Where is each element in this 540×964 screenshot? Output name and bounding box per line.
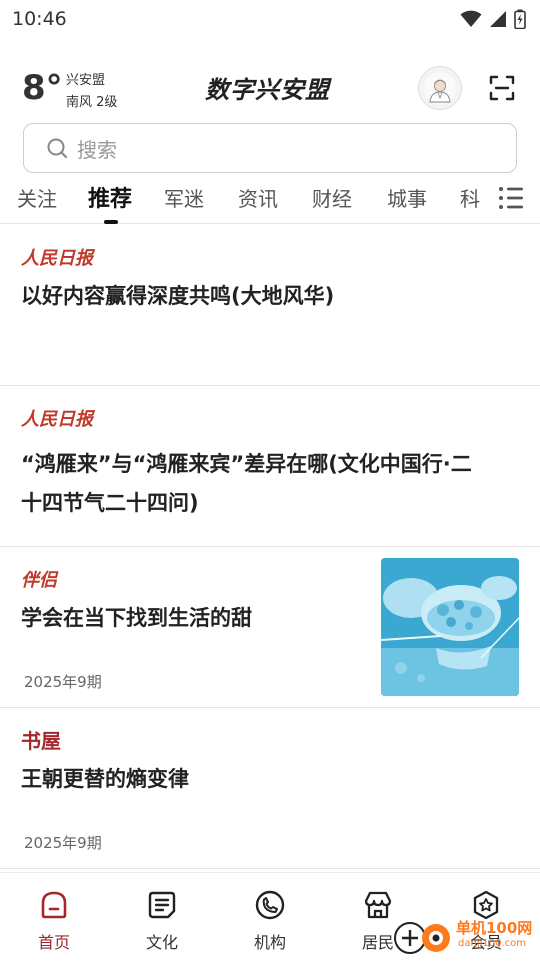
nav-culture-label: 文化	[145, 933, 178, 952]
article-card[interactable]: 伴侣 学会在当下找到生活的甜 2025年9期	[0, 547, 540, 708]
article-card[interactable]: 人民日报 “鸿雁来”与“鸿雁来宾”差异在哪(文化中国行·二 十四节气二十四问)	[0, 386, 540, 547]
article-title[interactable]: 学会在当下找到生活的甜	[21, 598, 252, 638]
nav-home[interactable]: 首页	[0, 873, 108, 961]
article-source: 人民日报	[21, 248, 93, 269]
article-source: 书屋	[21, 729, 61, 753]
home-icon	[41, 891, 67, 919]
article-source: 人民日报	[21, 409, 93, 430]
user-avatar-icon	[424, 72, 456, 104]
tab-tech[interactable]: 科	[460, 183, 480, 212]
wifi-icon	[460, 10, 482, 27]
tab-active-indicator	[104, 220, 118, 224]
battery-icon	[514, 9, 526, 29]
tab-recommend[interactable]: 推荐	[88, 181, 132, 213]
watermark-logo-icon	[394, 922, 450, 954]
article-thumbnail[interactable]	[381, 558, 519, 696]
watermark-subtext: danji100.com	[458, 938, 526, 949]
article-title[interactable]: 以好内容赢得深度共鸣(大地风华)	[21, 276, 334, 316]
nav-home-label: 首页	[37, 933, 70, 952]
weather-temperature[interactable]: 8°	[22, 68, 63, 108]
app-logo: 数字兴安盟	[205, 75, 330, 104]
article-title-line-2[interactable]: 十四节气二十四问)	[21, 483, 199, 523]
search-input[interactable]: 搜索	[23, 123, 517, 173]
avatar[interactable]	[418, 66, 462, 110]
nav-residents-label: 居民	[361, 933, 394, 952]
tab-follow[interactable]: 关注	[17, 183, 57, 212]
tab-menu-icon[interactable]	[497, 185, 525, 211]
tab-city[interactable]: 城事	[387, 183, 427, 212]
status-icons	[460, 9, 526, 29]
signal-icon	[490, 11, 506, 27]
article-card[interactable]: 书屋 王朝更替的熵变律 2025年9期	[0, 708, 540, 869]
nav-institution-label: 机构	[253, 933, 286, 952]
article-title[interactable]: 王朝更替的熵变律	[21, 759, 189, 799]
scan-button[interactable]	[486, 72, 518, 104]
article-title-line-1[interactable]: “鸿雁来”与“鸿雁来宾”差异在哪(文化中国行·二	[21, 444, 472, 484]
article-source: 伴侣	[21, 570, 57, 591]
watermark-text: 单机100网	[456, 919, 533, 937]
shop-icon	[364, 891, 392, 919]
weather-city[interactable]: 兴安盟	[66, 69, 105, 88]
article-issue: 2025年9期	[24, 834, 102, 852]
tab-finance[interactable]: 财经	[312, 183, 352, 212]
article-issue: 2025年9期	[24, 673, 102, 691]
scan-icon	[489, 75, 515, 101]
nav-institution[interactable]: 机构	[216, 873, 324, 961]
tab-military[interactable]: 军迷	[164, 183, 204, 212]
dessert-image	[381, 558, 519, 696]
status-bar: 10:46	[0, 0, 540, 38]
search-placeholder: 搜索	[77, 137, 117, 162]
status-time: 10:46	[12, 8, 67, 30]
phone-icon	[255, 890, 285, 920]
tab-news[interactable]: 资讯	[238, 183, 278, 212]
nav-culture[interactable]: 文化	[108, 873, 216, 961]
document-icon	[148, 891, 176, 919]
search-icon	[47, 138, 68, 159]
weather-wind: 南风 2级	[66, 95, 118, 110]
category-tabs: 关注 推荐 军迷 资讯 财经 城事 科	[0, 176, 540, 224]
article-card[interactable]: 人民日报 以好内容赢得深度共鸣(大地风华)	[0, 225, 540, 386]
watermark: 单机100网 danji100.com	[392, 914, 540, 960]
header: 8° 兴安盟 南风 2级 数字兴安盟	[0, 60, 540, 120]
